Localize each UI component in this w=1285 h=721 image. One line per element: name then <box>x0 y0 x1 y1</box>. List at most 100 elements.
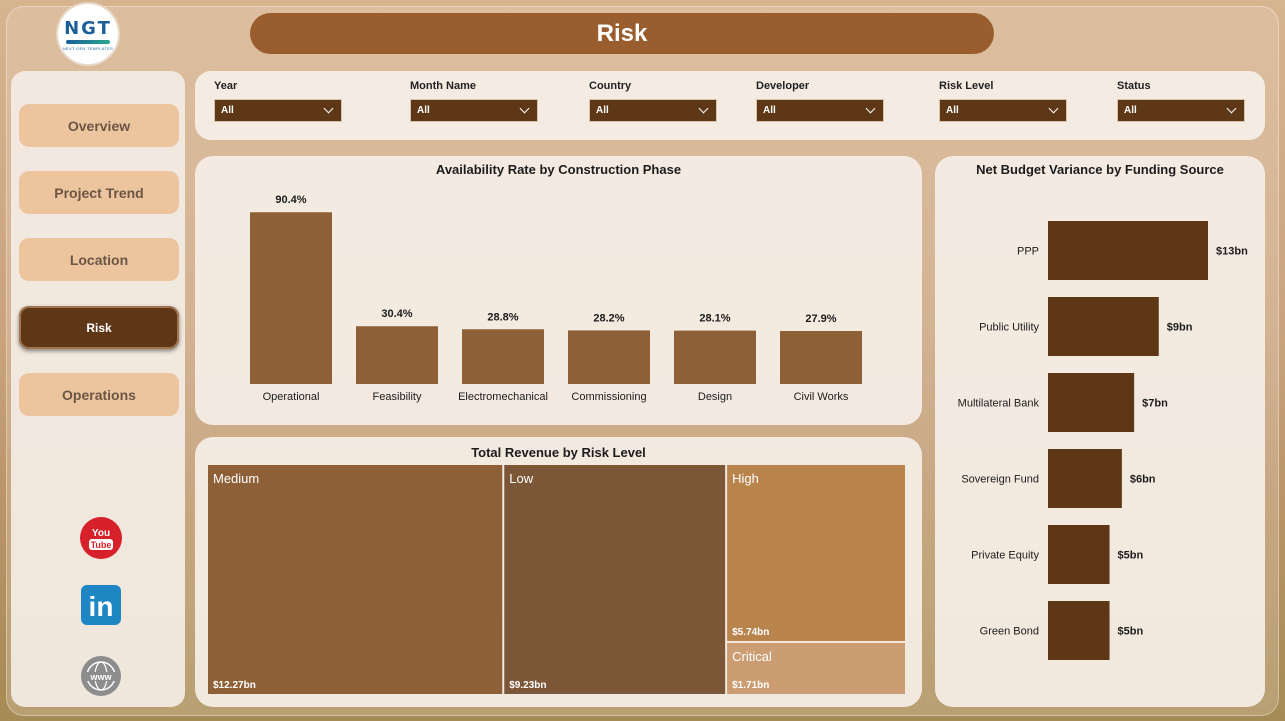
category-label-electromechanical: Electromechanical <box>458 391 548 403</box>
bar-electromechanical <box>462 329 544 384</box>
bar-operational <box>250 212 332 384</box>
availability-chart: 90.4% Operational 30.4% Feasibility 28.8% Ele… <box>250 194 862 403</box>
bar-commissioning <box>568 330 650 384</box>
filter-status: Status All <box>1117 80 1245 122</box>
filter-month-name: Month Name All <box>410 80 538 122</box>
nav-overview-button[interactable]: Overview <box>19 104 179 147</box>
filter-developer: Developer All <box>756 80 884 122</box>
youtube-icon[interactable]: You Tube <box>80 517 122 559</box>
treemap-value-critical: $1.71bn <box>732 680 769 691</box>
chevron-down-icon <box>1226 103 1237 114</box>
data-label-feasibility: 30.4% <box>381 308 412 320</box>
filter-developer-dropdown[interactable]: All <box>756 99 884 122</box>
bar-public-utility <box>1048 297 1159 356</box>
treemap-label-critical: Critical <box>732 649 772 664</box>
bar-sovereign-fund <box>1048 449 1122 508</box>
filter-country-label: Country <box>589 80 632 92</box>
nav-operations-button[interactable]: Operations <box>19 373 179 416</box>
treemap-value-medium: $12.27bn <box>213 680 256 691</box>
data-label-green-bond: $5bn <box>1118 626 1144 638</box>
treemap-value-low: $9.23bn <box>509 680 546 691</box>
treemap-tile-high <box>727 465 905 641</box>
treemap-label-low: Low <box>509 471 533 486</box>
data-label-commissioning: 28.2% <box>593 312 624 324</box>
logo-wave <box>66 39 110 44</box>
data-label-operational: 90.4% <box>275 194 306 206</box>
globe-icon[interactable]: www <box>80 655 122 697</box>
category-label-feasibility: Feasibility <box>373 391 422 403</box>
category-label-operational: Operational <box>263 391 320 403</box>
category-label-sovereign-fund: Sovereign Fund <box>961 474 1039 486</box>
bar-feasibility <box>356 326 438 384</box>
category-label-commissioning: Commissioning <box>571 391 646 403</box>
data-label-design: 28.1% <box>699 313 730 325</box>
bar-civil-works <box>780 330 862 384</box>
logo: NGT NEXT GEN TEMPLATES <box>56 2 120 66</box>
bar-private-equity <box>1048 525 1110 584</box>
treemap-tile-low <box>504 465 726 694</box>
filter-year-label: Year <box>214 80 238 92</box>
bar-ppp <box>1048 221 1208 280</box>
filter-month-name-label: Month Name <box>410 80 476 92</box>
budget-chart-panel: Net Budget Variance by Funding Source PP… <box>935 156 1265 707</box>
filter-country-value: All <box>596 105 609 116</box>
data-label-private-equity: $5bn <box>1118 550 1144 562</box>
category-label-ppp: PPP <box>1017 246 1039 258</box>
filter-month-name-value: All <box>417 105 430 116</box>
data-label-ppp: $13bn <box>1216 246 1248 258</box>
treemap-label-high: High <box>732 471 759 486</box>
filter-risk-level-dropdown[interactable]: All <box>939 99 1067 122</box>
filter-country: Country All <box>589 80 717 122</box>
category-label-green-bond: Green Bond <box>980 626 1039 638</box>
revenue-treemap-panel: Total Revenue by Risk Level Medium $12.27… <box>195 437 922 707</box>
logo-subtitle: NEXT GEN TEMPLATES <box>62 45 114 51</box>
revenue-treemap: Medium $12.27bn Low $9.23bn High $5.74bn Criti… <box>208 465 905 694</box>
treemap-label-medium: Medium <box>213 471 259 486</box>
filter-year-value: All <box>221 105 234 116</box>
filter-risk-level-label: Risk Level <box>939 80 994 92</box>
nav-location-button[interactable]: Location <box>19 238 179 281</box>
filter-developer-label: Developer <box>756 80 810 92</box>
chevron-down-icon <box>323 103 334 114</box>
linkedin-icon[interactable]: in <box>80 584 122 626</box>
nav-risk-button[interactable]: Risk <box>19 306 179 349</box>
filter-year: Year All <box>214 80 342 122</box>
category-label-design: Design <box>698 391 732 403</box>
chevron-down-icon <box>865 103 876 114</box>
bar-green-bond <box>1048 601 1110 660</box>
treemap-tile-medium <box>208 465 503 694</box>
data-label-public-utility: $9bn <box>1167 322 1193 334</box>
svg-text:in: in <box>89 591 114 622</box>
category-label-multilateral-bank: Multilateral Bank <box>958 398 1040 410</box>
treemap-value-high: $5.74bn <box>732 627 769 638</box>
svg-text:You: You <box>92 528 110 539</box>
filter-risk-level: Risk Level All <box>939 80 1067 122</box>
filter-month-name-dropdown[interactable]: All <box>410 99 538 122</box>
data-label-sovereign-fund: $6bn <box>1130 474 1156 486</box>
availability-chart-panel: Availability Rate by Construction Phase … <box>195 156 922 425</box>
nav-project-trend-button[interactable]: Project Trend <box>19 171 179 214</box>
data-label-electromechanical: 28.8% <box>487 311 518 323</box>
svg-text:www: www <box>89 672 112 682</box>
svg-text:Tube: Tube <box>91 540 112 550</box>
page-title-bar: Risk <box>250 13 994 54</box>
filter-year-dropdown[interactable]: All <box>214 99 342 122</box>
category-label-civil-works: Civil Works <box>794 391 849 403</box>
filter-panel: Year All Month Name All Country All Deve… <box>195 71 1265 140</box>
page-title: Risk <box>596 19 648 47</box>
filter-status-dropdown[interactable]: All <box>1117 99 1245 122</box>
filter-developer-value: All <box>763 105 776 116</box>
data-label-multilateral-bank: $7bn <box>1142 398 1168 410</box>
bar-multilateral-bank <box>1048 373 1135 432</box>
filter-status-value: All <box>1124 105 1137 116</box>
chevron-down-icon <box>698 103 709 114</box>
logo-text: NGT <box>64 17 112 39</box>
filter-risk-level-value: All <box>946 105 959 116</box>
filter-country-dropdown[interactable]: All <box>589 99 717 122</box>
bar-design <box>674 330 756 384</box>
budget-chart: PPP $13bn Public Utility $9bn Multilateral B… <box>958 221 1248 660</box>
data-label-civil-works: 27.9% <box>805 313 836 325</box>
sidebar: Overview Project Trend Location Risk Ope… <box>11 71 185 707</box>
filter-status-label: Status <box>1117 80 1151 92</box>
chevron-down-icon <box>1048 103 1059 114</box>
